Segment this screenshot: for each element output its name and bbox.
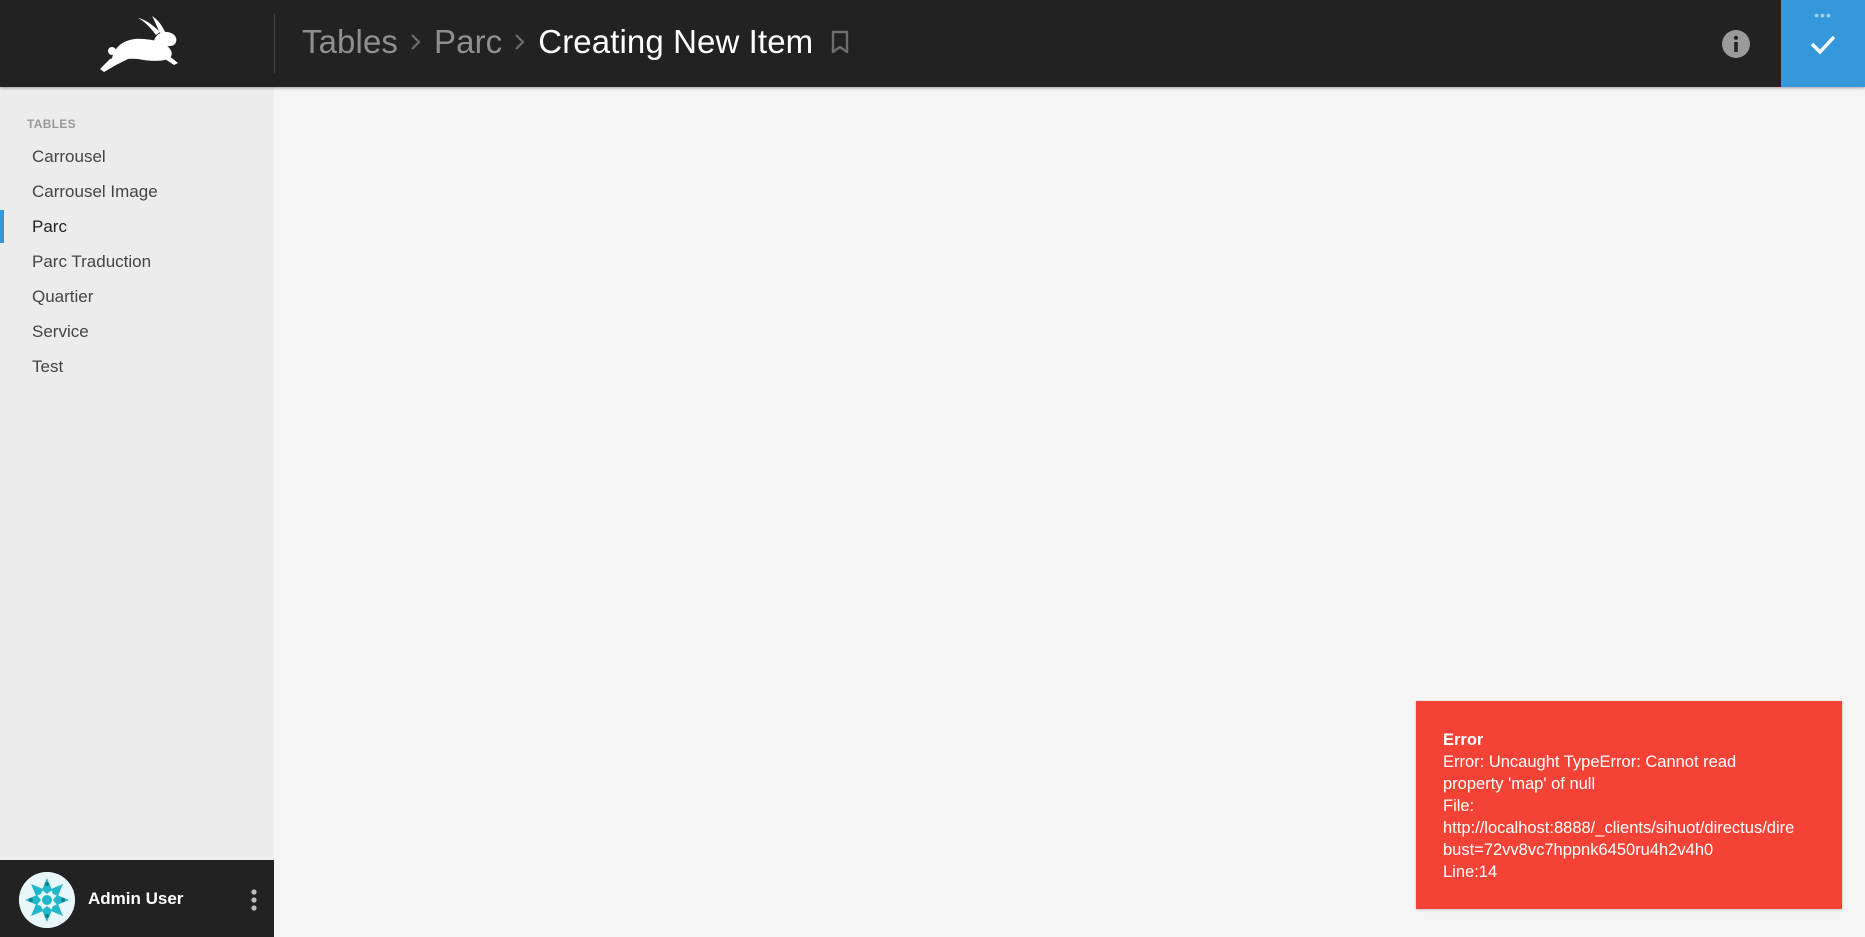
user-menu[interactable]: Admin User (0, 860, 274, 937)
info-icon[interactable] (1721, 29, 1751, 59)
sidebar-item-quartier[interactable]: Quartier (0, 279, 274, 314)
chevron-right-icon (513, 31, 527, 53)
snowflake-avatar (19, 872, 75, 928)
header-divider (274, 14, 275, 73)
sidebar-item-parc-traduction[interactable]: Parc Traduction (0, 244, 274, 279)
error-message-line: property 'map' of null (1443, 775, 1596, 793)
sidebar-item-parc[interactable]: Parc (0, 209, 274, 244)
sidebar-item-carrousel[interactable]: Carrousel (0, 139, 274, 174)
error-toast[interactable]: Error Error: Uncaught TypeError: Cannot … (1416, 701, 1842, 909)
more-vertical-icon[interactable] (248, 888, 260, 912)
error-message-line: Error: Uncaught TypeError: Cannot read (1443, 753, 1737, 771)
sidebar-nav: Carrousel Carrousel Image Parc Parc Trad… (0, 139, 274, 384)
sidebar: TABLES Carrousel Carrousel Image Parc Pa… (0, 87, 274, 860)
breadcrumb: Tables Parc Creating New Item (302, 0, 851, 84)
sidebar-heading: TABLES (27, 117, 76, 131)
logo[interactable] (0, 0, 274, 87)
more-horizontal-icon[interactable]: ••• (1781, 8, 1865, 22)
breadcrumb-tables[interactable]: Tables (302, 23, 398, 61)
error-file-url-cont: bust=72vv8vc7hppnk6450ru4h2v4h0 (1443, 841, 1714, 859)
chevron-right-icon (409, 31, 423, 53)
save-button[interactable]: ••• (1781, 0, 1865, 87)
sidebar-item-service[interactable]: Service (0, 314, 274, 349)
error-title: Error (1443, 731, 1484, 749)
top-header: Tables Parc Creating New Item ••• (0, 0, 1865, 87)
bookmark-icon[interactable] (829, 29, 851, 55)
breadcrumb-parc[interactable]: Parc (434, 23, 502, 61)
sidebar-item-test[interactable]: Test (0, 349, 274, 384)
user-name: Admin User (88, 889, 184, 908)
avatar[interactable] (19, 872, 75, 928)
page-title: Creating New Item (538, 23, 814, 60)
sidebar-item-carrousel-image[interactable]: Carrousel Image (0, 174, 274, 209)
error-file-url: http://localhost:8888/_clients/sihuot/di… (1443, 819, 1795, 837)
error-file-label: File: (1443, 797, 1475, 815)
checkmark-icon (1810, 35, 1836, 54)
error-line-number: Line:14 (1443, 863, 1498, 881)
rabbit-logo-icon (100, 15, 178, 72)
